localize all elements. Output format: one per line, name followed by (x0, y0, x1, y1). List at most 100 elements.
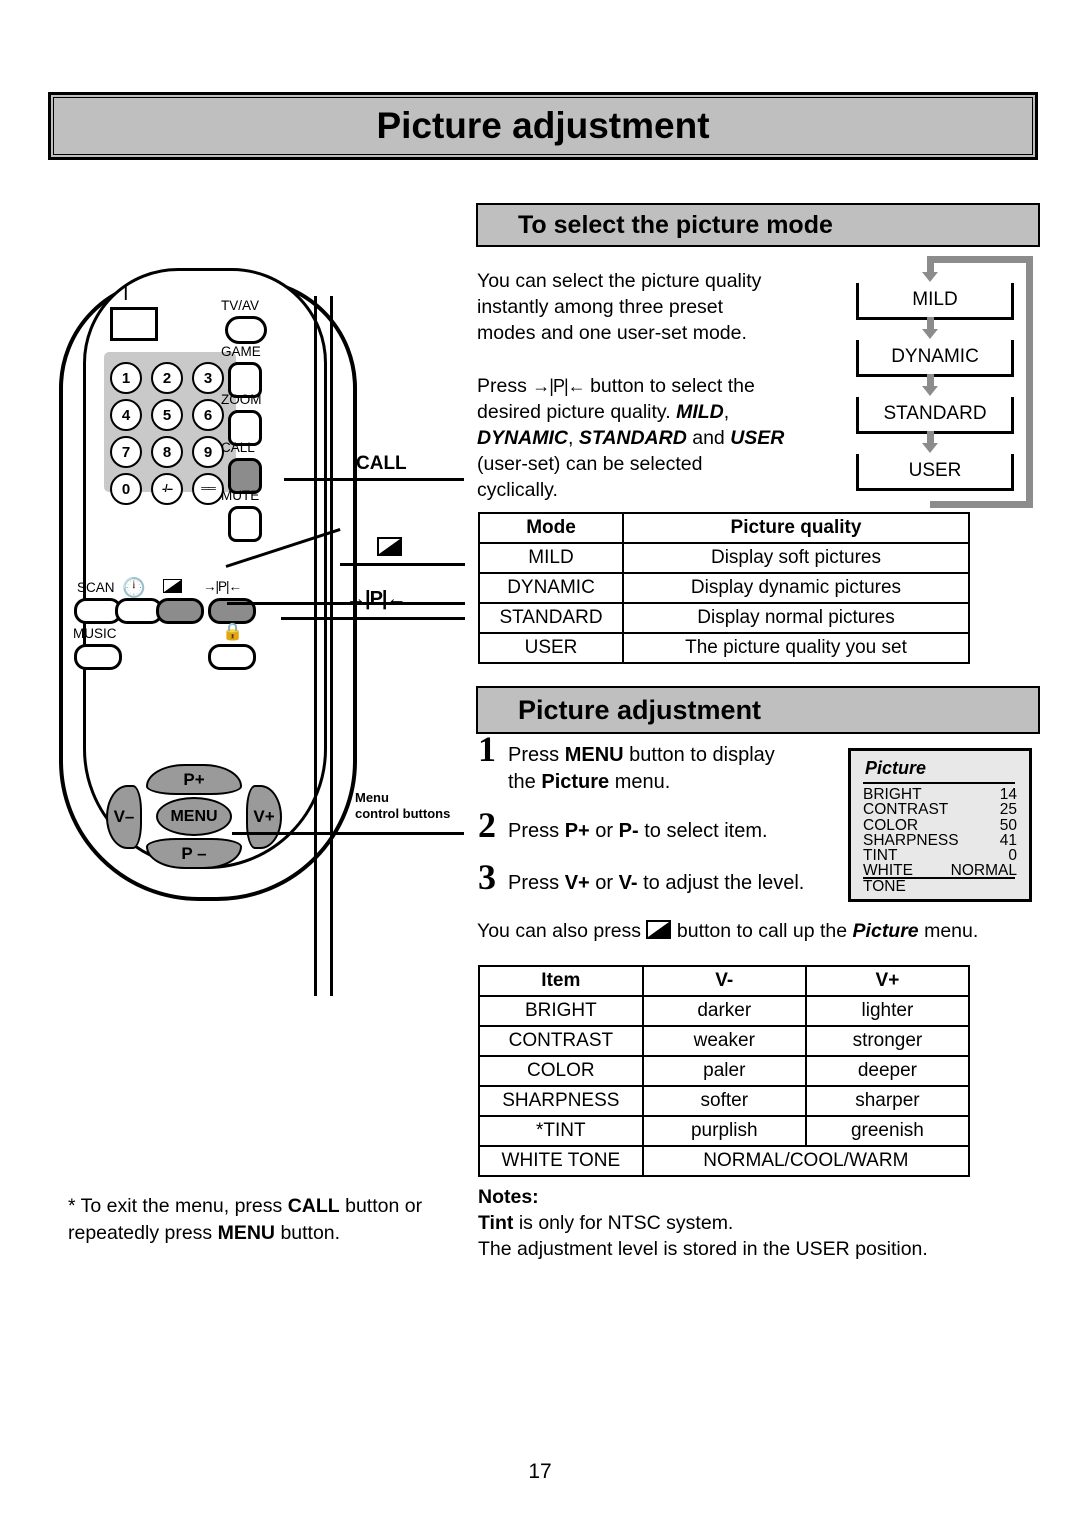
comma-2: , (568, 427, 574, 449)
intro-paragraph-2: Press →|P|← button to select the desired… (477, 373, 787, 503)
scan-label: SCAN (77, 580, 115, 595)
flow-box-user-label: USER (908, 460, 962, 481)
osd-value: 0 (1008, 847, 1017, 865)
flow-box-standard-label: STANDARD (883, 403, 987, 424)
flow-box-dynamic: DYNAMIC (856, 340, 1014, 377)
cell-item: SHARPNESS (478, 1085, 644, 1117)
mute-button[interactable] (228, 506, 262, 542)
lock-button[interactable] (208, 644, 256, 670)
music-label: MUSIC (73, 626, 117, 641)
osd-value: 50 (999, 816, 1017, 834)
th-v-plus: V+ (804, 965, 971, 997)
notes-tint-bold: Tint (478, 1212, 514, 1234)
cell-quality: Display soft pictures (622, 542, 970, 574)
picture-mode-contrast-button[interactable] (156, 598, 204, 624)
callout-line-contrast-top (340, 563, 465, 566)
picture-mode-flow-diagram: MILD DYNAMIC STANDARD USER (846, 252, 1036, 508)
v-minus-button[interactable]: V– (106, 785, 142, 849)
page-title: Picture adjustment (48, 92, 1038, 160)
exit-menu-note: * To exit the menu, press CALL button or… (68, 1193, 453, 1247)
key-dash-slash[interactable]: -/-- (151, 473, 183, 505)
key-3[interactable]: 3 (192, 362, 224, 394)
cell-vplus: sharper (804, 1085, 971, 1117)
cell-vminus: darker (641, 995, 807, 1027)
key-1[interactable]: 1 (110, 362, 142, 394)
osd-value: 41 (999, 831, 1017, 849)
v-minus-label: V– (113, 807, 135, 826)
table-row: BRIGHT darker lighter (478, 995, 971, 1027)
also-press-a: You can also press (477, 920, 642, 942)
key-9-label: 9 (203, 443, 213, 461)
also-press-b: button to call up the (676, 920, 848, 942)
key-7[interactable]: 7 (110, 436, 142, 468)
key-6[interactable]: 6 (192, 399, 224, 431)
cell-vplus: lighter (804, 995, 971, 1027)
osd-label: BRIGHT (863, 786, 922, 803)
osd-label: COLOR (863, 816, 919, 834)
cell-mode: USER (478, 632, 624, 664)
callout-vline-b (330, 296, 333, 996)
key-1-label: 1 (121, 369, 131, 387)
step-2-bold-a: P+ (564, 820, 590, 842)
section-header-adjust-text: Picture adjustment (518, 694, 762, 725)
cell-vminus: purplish (641, 1115, 807, 1147)
key-double-bar-label: ══ (201, 483, 216, 495)
menu-control-cluster: P+ P – V– V+ MENU (106, 764, 282, 869)
step-1: 1 Press MENU button to display the Pictu… (478, 731, 808, 796)
step-3-c: to adjust the level. (643, 872, 805, 894)
osd-value: 25 (999, 801, 1017, 819)
pmode-label: →|P|← (203, 579, 242, 594)
osd-row: COLOR 50 (863, 816, 1017, 834)
section-header-select-picture-mode: To select the picture mode (476, 203, 1040, 247)
table-row: SHARPNESS softer sharper (478, 1085, 971, 1117)
table-row: COLOR paler deeper (478, 1055, 971, 1087)
cell-quality: Display dynamic pictures (622, 572, 970, 604)
th-v-minus: V- (641, 965, 807, 997)
key-2-label: 2 (162, 369, 172, 387)
also-press-picture-emph: Picture (852, 920, 919, 942)
mode-standard-emph: STANDARD (578, 427, 687, 449)
v-plus-label: V+ (253, 807, 275, 826)
cell-item: BRIGHT (478, 995, 644, 1027)
key-2[interactable]: 2 (151, 362, 183, 394)
key-4[interactable]: 4 (110, 399, 142, 431)
callout-label-menu-1: Menu (355, 790, 389, 805)
menu-button[interactable]: MENU (156, 797, 232, 836)
power-button[interactable] (110, 307, 158, 341)
key-double-bar[interactable]: ══ (192, 473, 224, 505)
tvav-button[interactable] (225, 316, 267, 344)
cell-vminus: softer (641, 1085, 807, 1117)
step-1-bold-a: MENU (564, 744, 624, 766)
flow-box-standard: STANDARD (856, 397, 1014, 434)
p-plus-label: P+ (183, 769, 205, 789)
key-0[interactable]: 0 (110, 473, 142, 505)
music-button[interactable] (74, 644, 122, 670)
page-title-text: Picture adjustment (376, 105, 710, 146)
cell-vminus: weaker (641, 1025, 807, 1057)
osd-label: TINT (863, 847, 898, 865)
game-label: GAME (221, 344, 261, 359)
section-header-select-text: To select the picture mode (518, 210, 833, 239)
step-3-b: or (595, 872, 614, 894)
key-9[interactable]: 9 (192, 436, 224, 468)
zoom-label: ZOOM (221, 392, 262, 407)
osd-title: Picture (865, 758, 927, 778)
osd-value: 14 (999, 786, 1017, 803)
section-header-picture-adjustment: Picture adjustment (476, 686, 1040, 734)
osd-row: BRIGHT 14 (863, 786, 1017, 803)
step-1-number: 1 (478, 729, 496, 769)
exit-note-menu-bold: MENU (217, 1222, 276, 1244)
flow-box-user: USER (856, 454, 1014, 491)
step-2-bold-b: P- (618, 820, 639, 842)
cell-vminus: paler (641, 1055, 807, 1087)
key-8[interactable]: 8 (151, 436, 183, 468)
osd-picture-menu: Picture BRIGHT 14 CONTRAST 25 COLOR 50 SHAR… (848, 748, 1032, 902)
p-plus-button[interactable]: P+ (146, 764, 242, 795)
step-1-c: menu. (614, 771, 671, 793)
key-5[interactable]: 5 (151, 399, 183, 431)
notes-line-2: The adjustment level is stored in the US… (478, 1238, 928, 1260)
flow-arrow-head-1 (922, 329, 938, 339)
osd-row: TINT 0 (863, 847, 1017, 865)
clock-icon: 🕛 (122, 578, 146, 599)
callout-label-call: CALL (356, 453, 407, 474)
